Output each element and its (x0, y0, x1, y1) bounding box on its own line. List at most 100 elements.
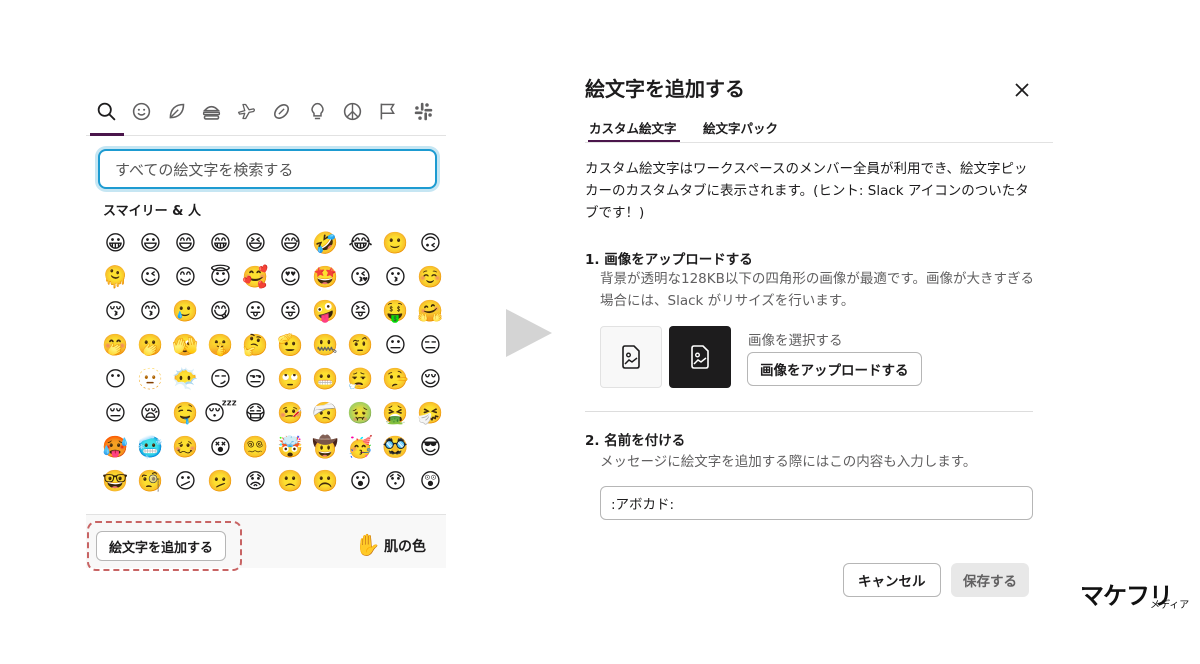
emoji-cell[interactable]: 🤮 (378, 396, 413, 430)
emoji-cell[interactable]: 🤠 (308, 430, 343, 464)
emoji-cell[interactable]: 🫣 (168, 328, 203, 362)
emoji-cell[interactable]: 😷 (238, 396, 273, 430)
emoji-cell[interactable]: 😔 (98, 396, 133, 430)
emoji-cell[interactable]: 🧐 (133, 464, 168, 498)
emoji-cell[interactable]: 😇 (203, 260, 238, 294)
category-custom[interactable] (410, 98, 436, 124)
emoji-cell[interactable]: 🥵 (98, 430, 133, 464)
emoji-cell[interactable]: 🤪 (308, 294, 343, 328)
emoji-cell[interactable]: 😉 (133, 260, 168, 294)
emoji-cell[interactable]: 😝 (343, 294, 378, 328)
emoji-cell[interactable]: 😘 (343, 260, 378, 294)
emoji-cell[interactable]: 😑 (413, 328, 446, 362)
emoji-cell[interactable]: 🤥 (378, 362, 413, 396)
add-emoji-button[interactable]: 絵文字を追加する (96, 531, 227, 561)
emoji-cell[interactable]: 😂 (343, 226, 378, 260)
category-smileys[interactable] (128, 98, 154, 124)
emoji-cell[interactable]: 😍 (273, 260, 308, 294)
emoji-cell[interactable]: 🫡 (273, 328, 308, 362)
emoji-cell[interactable]: 😯 (378, 464, 413, 498)
emoji-cell[interactable]: 🤒 (273, 396, 308, 430)
emoji-cell[interactable]: 😴 (203, 396, 238, 430)
tab-custom-emoji[interactable]: カスタム絵文字 (589, 118, 677, 137)
category-travel[interactable] (233, 98, 259, 124)
emoji-cell[interactable]: 🙁 (273, 464, 308, 498)
cancel-button[interactable]: キャンセル (843, 563, 941, 597)
skin-tone-button[interactable]: ✋ 肌の色 (355, 533, 426, 558)
emoji-cell[interactable]: 🤨 (343, 328, 378, 362)
emoji-cell[interactable]: 🤐 (308, 328, 343, 362)
close-icon[interactable] (1012, 80, 1032, 100)
emoji-cell[interactable]: 🥸 (378, 430, 413, 464)
emoji-cell[interactable]: 😮‍💨 (343, 362, 378, 396)
emoji-cell[interactable]: 😄 (168, 226, 203, 260)
emoji-cell[interactable]: 😲 (413, 464, 446, 498)
emoji-cell[interactable]: 😚 (98, 294, 133, 328)
emoji-cell[interactable]: ☺️ (413, 260, 446, 294)
emoji-cell[interactable]: 🥳 (343, 430, 378, 464)
emoji-cell[interactable]: 😅 (273, 226, 308, 260)
emoji-cell[interactable]: 🤢 (343, 396, 378, 430)
emoji-cell[interactable]: 🥰 (238, 260, 273, 294)
category-activities[interactable] (268, 98, 294, 124)
emoji-cell[interactable]: 😙 (133, 294, 168, 328)
emoji-cell[interactable]: 🙃 (413, 226, 446, 260)
emoji-cell[interactable]: 🤓 (98, 464, 133, 498)
category-search[interactable] (93, 98, 119, 124)
emoji-cell[interactable]: 😃 (133, 226, 168, 260)
emoji-cell[interactable]: 🥴 (168, 430, 203, 464)
emoji-cell[interactable]: 😵‍💫 (238, 430, 273, 464)
category-food[interactable] (198, 98, 224, 124)
category-objects[interactable] (304, 98, 330, 124)
emoji-cell[interactable]: 🫢 (133, 328, 168, 362)
emoji-cell[interactable]: 😗 (378, 260, 413, 294)
category-flags[interactable] (374, 98, 400, 124)
emoji-cell[interactable]: 🤫 (203, 328, 238, 362)
emoji-cell[interactable]: 😎 (413, 430, 446, 464)
save-button[interactable]: 保存する (951, 563, 1029, 597)
emoji-cell[interactable]: 🤗 (413, 294, 446, 328)
emoji-cell[interactable]: 🙄 (273, 362, 308, 396)
emoji-cell[interactable]: 🙂 (378, 226, 413, 260)
emoji-cell[interactable]: 😆 (238, 226, 273, 260)
emoji-cell[interactable]: 🤭 (98, 328, 133, 362)
emoji-cell[interactable]: 🤣 (308, 226, 343, 260)
emoji-cell[interactable]: 😏 (203, 362, 238, 396)
tab-emoji-pack[interactable]: 絵文字パック (703, 118, 778, 137)
emoji-cell[interactable]: 🤤 (168, 396, 203, 430)
emoji-cell[interactable]: 😪 (133, 396, 168, 430)
emoji-cell[interactable]: 😒 (238, 362, 273, 396)
emoji-cell[interactable]: 😀 (98, 226, 133, 260)
emoji-cell[interactable]: 😮 (343, 464, 378, 498)
emoji-cell[interactable]: 😜 (273, 294, 308, 328)
emoji-cell[interactable]: 🤑 (378, 294, 413, 328)
emoji-cell[interactable]: 😟 (238, 464, 273, 498)
emoji-cell[interactable]: 😊 (168, 260, 203, 294)
emoji-cell[interactable]: ☹️ (308, 464, 343, 498)
category-symbols[interactable] (339, 98, 365, 124)
emoji-cell[interactable]: 🫥 (133, 362, 168, 396)
emoji-cell[interactable]: 😋 (203, 294, 238, 328)
emoji-cell[interactable]: 🤯 (273, 430, 308, 464)
emoji-cell[interactable]: 🫠 (98, 260, 133, 294)
emoji-cell[interactable]: 😵 (203, 430, 238, 464)
emoji-cell[interactable]: 😬 (308, 362, 343, 396)
category-nature[interactable] (163, 98, 189, 124)
emoji-cell[interactable]: 😁 (203, 226, 238, 260)
emoji-cell[interactable]: 😕 (168, 464, 203, 498)
emoji-cell[interactable]: 🥲 (168, 294, 203, 328)
emoji-cell[interactable]: 😶 (98, 362, 133, 396)
emoji-cell[interactable]: 🤔 (238, 328, 273, 362)
emoji-search-input[interactable]: すべての絵文字を検索する (98, 149, 437, 189)
emoji-cell[interactable]: 🥶 (133, 430, 168, 464)
upload-image-button[interactable]: 画像をアップロードする (747, 352, 922, 386)
emoji-cell[interactable]: 🤕 (308, 396, 343, 430)
emoji-cell[interactable]: 🤩 (308, 260, 343, 294)
emoji-cell[interactable]: 🤧 (413, 396, 446, 430)
emoji-cell[interactable]: 😶‍🌫️ (168, 362, 203, 396)
emoji-cell[interactable]: 😛 (238, 294, 273, 328)
emoji-cell[interactable]: 😌 (413, 362, 446, 396)
emoji-cell[interactable]: 😐 (378, 328, 413, 362)
emoji-name-input[interactable]: :アボカド: (600, 486, 1033, 520)
emoji-cell[interactable]: 🫤 (203, 464, 238, 498)
